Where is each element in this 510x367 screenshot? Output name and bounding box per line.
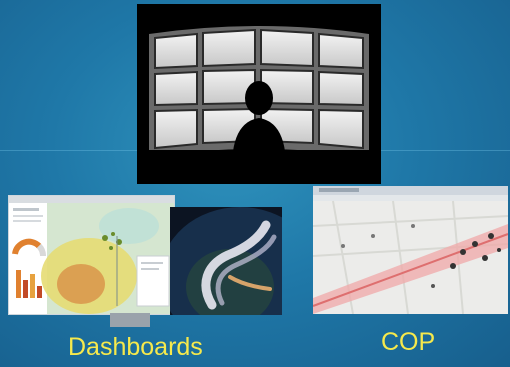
video-wall-tile: [137, 4, 381, 184]
cop-map-thumbnail: [313, 186, 508, 314]
divider-line-right: [381, 150, 510, 151]
dashboard-stand: [110, 313, 150, 327]
dashboard-map-thumbnail: [8, 195, 175, 315]
divider-line-top: [0, 150, 137, 151]
caption-dashboards: Dashboards: [68, 333, 203, 361]
video-wall-operator-icon: [137, 26, 381, 184]
dashboard-globe-thumbnail: [170, 207, 282, 315]
caption-cop: COP: [381, 328, 436, 356]
